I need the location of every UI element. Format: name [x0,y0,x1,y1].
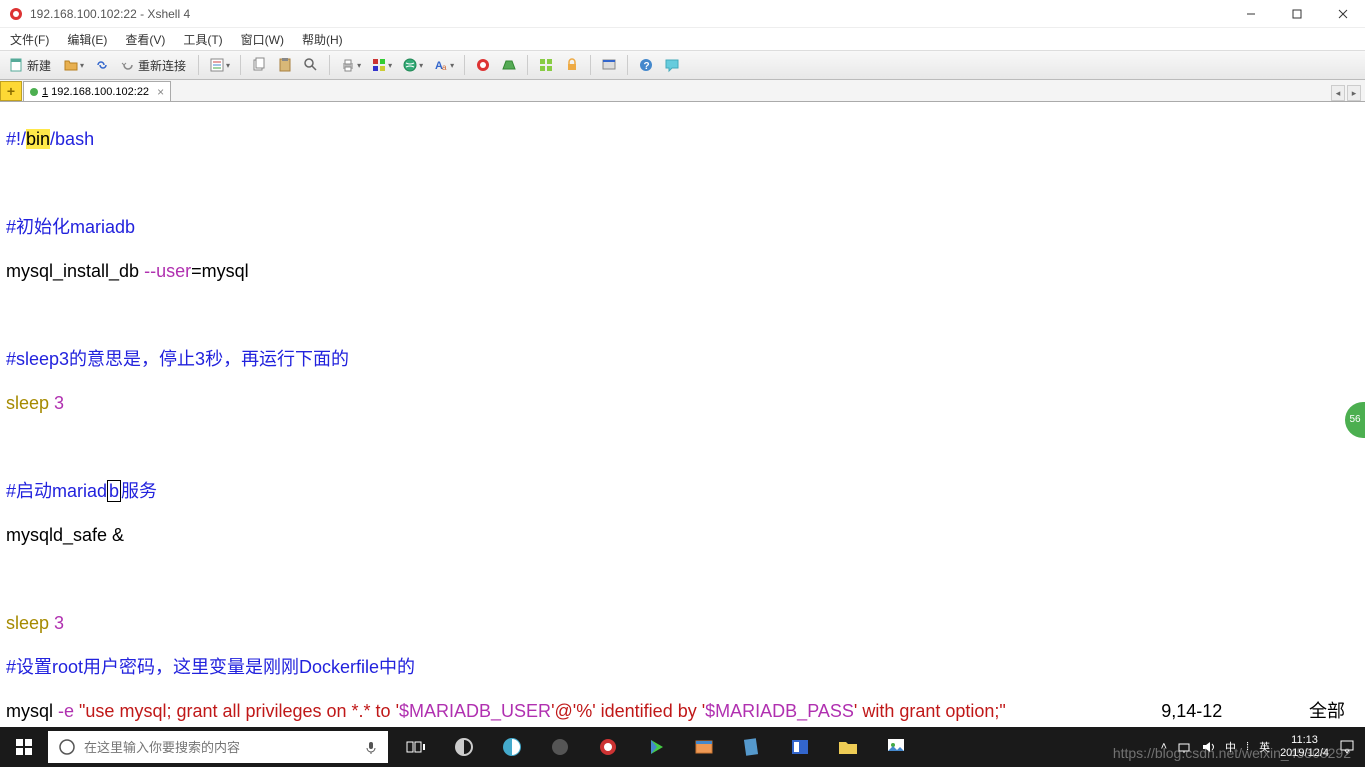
lock-button[interactable] [561,54,583,76]
code-line: sleep 3 [6,612,1359,634]
taskview-icon[interactable] [392,727,440,767]
terminal[interactable]: #!/bin/bash #初始化mariadb mysql_install_db… [0,102,1365,727]
color-button[interactable]: ▾ [368,54,395,76]
tab-label: 1 192.168.100.102:22 [42,86,149,98]
app-icon [8,6,24,22]
properties-button[interactable]: ▾ [206,54,233,76]
xshell-icon[interactable] [472,54,494,76]
find-button[interactable] [300,54,322,76]
window-title: 192.168.100.102:22 - Xshell 4 [30,7,1237,21]
menu-tools[interactable]: 工具(T) [183,31,222,48]
reconnect-label: 重新连接 [136,57,188,74]
tray-chevron-icon[interactable]: ˄ [1161,741,1167,753]
app-icon-7[interactable] [728,727,776,767]
vim-status: 9,14-12 全部 [1161,700,1345,723]
menu-edit[interactable]: 编辑(E) [67,31,107,48]
tray-ime2[interactable]: 英 [1259,739,1270,755]
tab-scroll-left[interactable]: ◂ [1331,85,1345,101]
tab-add-button[interactable]: + [0,81,22,101]
status-dot-icon [30,88,38,96]
tray-ime1[interactable]: 中 [1225,739,1236,755]
tray-network-icon[interactable] [1177,740,1191,754]
window-controls [1237,4,1357,24]
code-line: #初始化mariadb [6,216,1359,238]
print-button[interactable]: ▾ [337,54,364,76]
tab-close-button[interactable]: × [157,85,164,99]
menu-help[interactable]: 帮助(H) [302,31,343,48]
chat-icon[interactable] [661,54,683,76]
code-line: #!/bin/bash [6,128,1359,150]
app-icon-2[interactable] [488,727,536,767]
mic-icon[interactable] [364,740,378,754]
font-button[interactable]: Aa▾ [430,54,457,76]
svg-text:a: a [442,63,447,72]
tray-volume-icon[interactable] [1201,740,1215,754]
tab-scroll-right[interactable]: ▸ [1347,85,1361,101]
system-tray: ˄ 中 ⁞ 英 11:13 2019/12/4 [1161,727,1365,767]
code-line: mysqld_safe & [6,524,1359,546]
globe-button[interactable]: ▾ [399,54,426,76]
app-icon-5[interactable] [632,727,680,767]
menu-view[interactable]: 查看(V) [125,31,165,48]
close-button[interactable] [1329,4,1357,24]
tray-clock[interactable]: 11:13 2019/12/4 [1280,734,1329,760]
cortana-icon [58,738,76,756]
tabbar: + 1 192.168.100.102:22 × ◂ ▸ [0,80,1365,102]
tray-ime-sep: ⁞ [1246,741,1249,753]
svg-text:?: ? [644,61,650,72]
menubar: 文件(F) 编辑(E) 查看(V) 工具(T) 窗口(W) 帮助(H) [0,28,1365,50]
code-line: #sleep3的意思是，停止3秒，再运行下面的 [6,348,1359,370]
app-icon-10[interactable] [872,727,920,767]
tile-button[interactable] [535,54,557,76]
open-button[interactable]: ▾ [60,54,87,76]
taskbar: ˄ 中 ⁞ 英 11:13 2019/12/4 https://blog.csd… [0,727,1365,767]
start-button[interactable] [0,727,48,767]
xftp-icon[interactable] [498,54,520,76]
menu-window[interactable]: 窗口(W) [241,31,284,48]
new-label: 新建 [25,57,53,74]
reconnect-button[interactable]: 重新连接 [117,54,191,76]
code-line: mysql -e "use mysql; grant all privilege… [6,700,1359,722]
app-icon-9[interactable] [824,727,872,767]
session-button[interactable] [598,54,620,76]
help-icon[interactable]: ? [635,54,657,76]
search-box[interactable] [48,731,388,763]
app-icon-8[interactable] [776,727,824,767]
code-line: sleep 3 [6,392,1359,414]
minimize-button[interactable] [1237,4,1265,24]
app-icon-3[interactable] [536,727,584,767]
link-button[interactable] [91,54,113,76]
tab-session[interactable]: 1 192.168.100.102:22 × [23,81,171,101]
code-line: #启动mariadb服务 [6,480,1359,502]
code-line: #设置root用户密码，这里变量是刚刚Dockerfile中的 [6,656,1359,678]
search-input[interactable] [84,740,356,755]
titlebar: 192.168.100.102:22 - Xshell 4 [0,0,1365,28]
app-icon-1[interactable] [440,727,488,767]
tray-notification-icon[interactable] [1339,739,1355,755]
app-icon-4[interactable] [584,727,632,767]
toolbar: 新建 ▾ 重新连接 ▾ ▾ ▾ ▾ Aa▾ ? [0,50,1365,80]
copy-button[interactable] [248,54,270,76]
menu-file[interactable]: 文件(F) [10,31,49,48]
new-button[interactable]: 新建 [6,54,56,76]
taskbar-apps [392,727,920,767]
code-line: mysql_install_db --user=mysql [6,260,1359,282]
app-icon-6[interactable] [680,727,728,767]
maximize-button[interactable] [1283,4,1311,24]
paste-button[interactable] [274,54,296,76]
